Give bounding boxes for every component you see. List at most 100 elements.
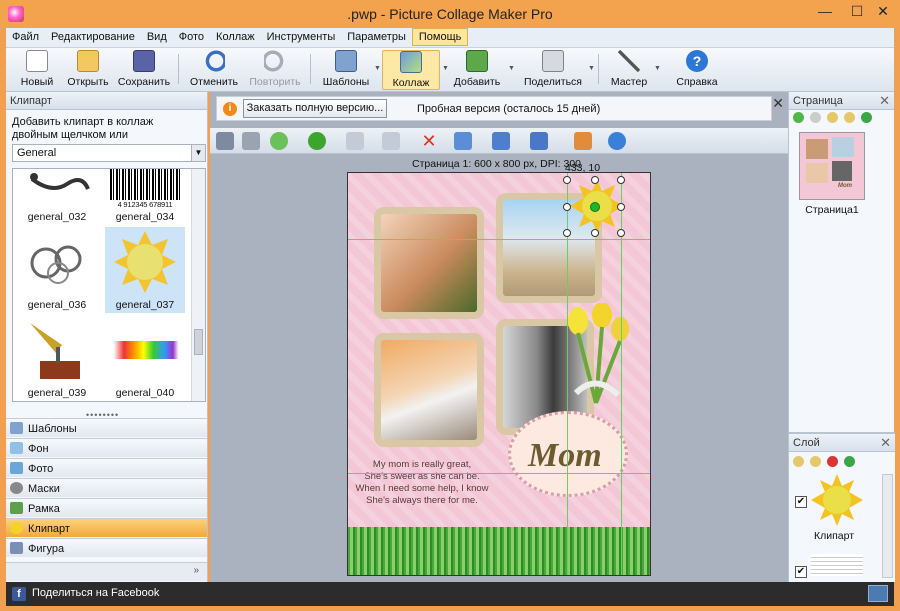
resize-handle[interactable] xyxy=(563,229,571,237)
save-button[interactable]: Сохранить xyxy=(116,50,172,90)
thumb-mom-text: Mom xyxy=(838,183,852,189)
menu-view[interactable]: Вид xyxy=(141,28,173,46)
add-page-icon[interactable] xyxy=(793,112,804,123)
undo-label: Отменить xyxy=(190,76,238,88)
scrollbar-thumb[interactable] xyxy=(194,329,203,355)
close-icon[interactable]: ✕ xyxy=(880,435,891,451)
menu-photo[interactable]: Фото xyxy=(173,28,210,46)
wizard-button[interactable]: Мастер xyxy=(606,50,652,90)
close-icon[interactable]: ✕ xyxy=(879,93,890,109)
delete-layer-icon[interactable] xyxy=(827,456,838,467)
move-up-icon[interactable] xyxy=(793,456,804,467)
align-center-icon[interactable] xyxy=(454,132,472,150)
crop-icon[interactable] xyxy=(242,132,260,150)
clipart-item[interactable]: general_036 xyxy=(17,227,97,313)
close-icon[interactable]: ✕ xyxy=(866,0,900,22)
delete-page-icon[interactable] xyxy=(810,112,821,123)
clipart-scrollbar[interactable] xyxy=(191,169,205,401)
layer-thumbnail[interactable] xyxy=(811,474,863,526)
move-down-icon[interactable] xyxy=(810,456,821,467)
add-dropdown-icon[interactable]: ▼ xyxy=(508,65,515,72)
page-thumbnail[interactable]: Mom xyxy=(799,132,865,200)
templates-button[interactable]: Шаблоны xyxy=(318,50,374,90)
wizard-dropdown-icon[interactable]: ▼ xyxy=(654,65,661,72)
nav-photo[interactable]: Фото xyxy=(6,458,207,477)
menu-collage[interactable]: Коллаж xyxy=(210,28,261,46)
nav-frame[interactable]: Рамка xyxy=(6,498,207,517)
refresh-icon[interactable] xyxy=(844,456,855,467)
resize-handle[interactable] xyxy=(617,229,625,237)
share-button[interactable]: Поделиться xyxy=(518,50,588,90)
clipart-item-selected[interactable]: general_037 xyxy=(105,227,185,313)
layer-thumbnail-text[interactable] xyxy=(811,554,863,576)
menu-help[interactable]: Помощь xyxy=(411,28,469,46)
resize-handle[interactable] xyxy=(591,176,599,184)
nav-clipart[interactable]: Клипарт xyxy=(6,518,207,537)
share-dropdown-icon[interactable]: ▼ xyxy=(588,65,595,72)
minimize-icon[interactable]: — xyxy=(808,0,842,22)
category-select[interactable]: General ▼ xyxy=(12,144,206,162)
rotate-right-icon[interactable] xyxy=(382,132,400,150)
resize-handle[interactable] xyxy=(563,203,571,211)
distribute-icon[interactable] xyxy=(530,132,548,150)
new-label: Новый xyxy=(20,76,54,88)
resize-handle[interactable] xyxy=(591,229,599,237)
resize-handle[interactable] xyxy=(617,176,625,184)
redo-button[interactable]: Повторить xyxy=(246,50,304,90)
layer-visibility-checkbox[interactable]: ✔ xyxy=(795,566,807,578)
toolbar-separator xyxy=(310,54,311,84)
rotate-left-icon[interactable] xyxy=(346,132,364,150)
help-button[interactable]: ? Справка xyxy=(670,50,724,90)
order-full-version-button[interactable]: Заказать полную версию... xyxy=(243,99,387,118)
refresh-icon[interactable] xyxy=(861,112,872,123)
photo-girl-bird[interactable] xyxy=(374,207,484,319)
add-button[interactable]: Добавить xyxy=(448,50,506,90)
send-backward-icon[interactable] xyxy=(308,132,326,150)
resize-handle[interactable] xyxy=(617,203,625,211)
menu-options[interactable]: Параметры xyxy=(341,28,412,46)
info-icon[interactable] xyxy=(608,132,626,150)
resize-handle[interactable] xyxy=(563,176,571,184)
chevron-down-icon[interactable]: ▼ xyxy=(191,145,205,161)
align-icon[interactable] xyxy=(492,132,510,150)
templates-dropdown-icon[interactable]: ▼ xyxy=(374,65,381,72)
menu-file[interactable]: Файл xyxy=(6,28,45,46)
move-down-icon[interactable] xyxy=(844,112,855,123)
photo-kittens[interactable] xyxy=(374,333,484,447)
bring-forward-icon[interactable] xyxy=(270,132,288,150)
collage-canvas[interactable]: Mom My mom is really great, She's sweet … xyxy=(347,172,651,576)
flower-icon xyxy=(10,522,23,534)
clipart-panel: Клипарт Добавить клипарт в коллаж двойны… xyxy=(6,92,208,582)
open-button[interactable]: Открыть xyxy=(64,50,112,90)
nav-templates[interactable]: Шаблоны xyxy=(6,418,207,437)
share-facebook-link[interactable]: Поделиться на Facebook xyxy=(32,587,159,599)
clipart-item[interactable]: general_039 xyxy=(17,315,97,401)
nav-masks[interactable]: Маски xyxy=(6,478,207,497)
layer-scrollbar[interactable] xyxy=(882,474,893,578)
nav-shape[interactable]: Фигура xyxy=(6,538,207,557)
select-all-icon[interactable] xyxy=(574,132,592,150)
person-icon[interactable] xyxy=(216,132,234,150)
nav-background[interactable]: Фон xyxy=(6,438,207,457)
new-button[interactable]: Новый xyxy=(14,50,60,90)
nav-more-button[interactable]: » xyxy=(6,562,207,581)
clipart-item[interactable]: general_040 xyxy=(105,315,185,401)
collage-button[interactable]: Коллаж xyxy=(382,50,440,90)
delete-icon[interactable]: ✕ xyxy=(420,132,438,150)
layer-visibility-checkbox[interactable]: ✔ xyxy=(795,496,807,508)
close-icon[interactable]: ✕ xyxy=(772,95,784,112)
clipart-list[interactable]: general_032 4 912345 678911 general_034 … xyxy=(12,168,206,402)
save-label: Сохранить xyxy=(117,76,171,88)
main-toolbar: Новый Открыть Сохранить Отменить Повтори… xyxy=(6,48,894,92)
undo-button[interactable]: Отменить xyxy=(186,50,242,90)
menu-edit[interactable]: Редактирование xyxy=(45,28,141,46)
menu-tools[interactable]: Инструменты xyxy=(261,28,342,46)
page-panel-header: Страница ✕ xyxy=(789,92,894,110)
nav-label: Фото xyxy=(28,463,54,475)
clipart-item[interactable]: 4 912345 678911 general_034 xyxy=(105,169,185,225)
facebook-icon[interactable]: f xyxy=(12,587,26,601)
clipart-item[interactable]: general_032 xyxy=(17,169,97,225)
move-up-icon[interactable] xyxy=(827,112,838,123)
screen-icon[interactable] xyxy=(868,585,888,602)
rotate-handle[interactable] xyxy=(590,202,600,212)
